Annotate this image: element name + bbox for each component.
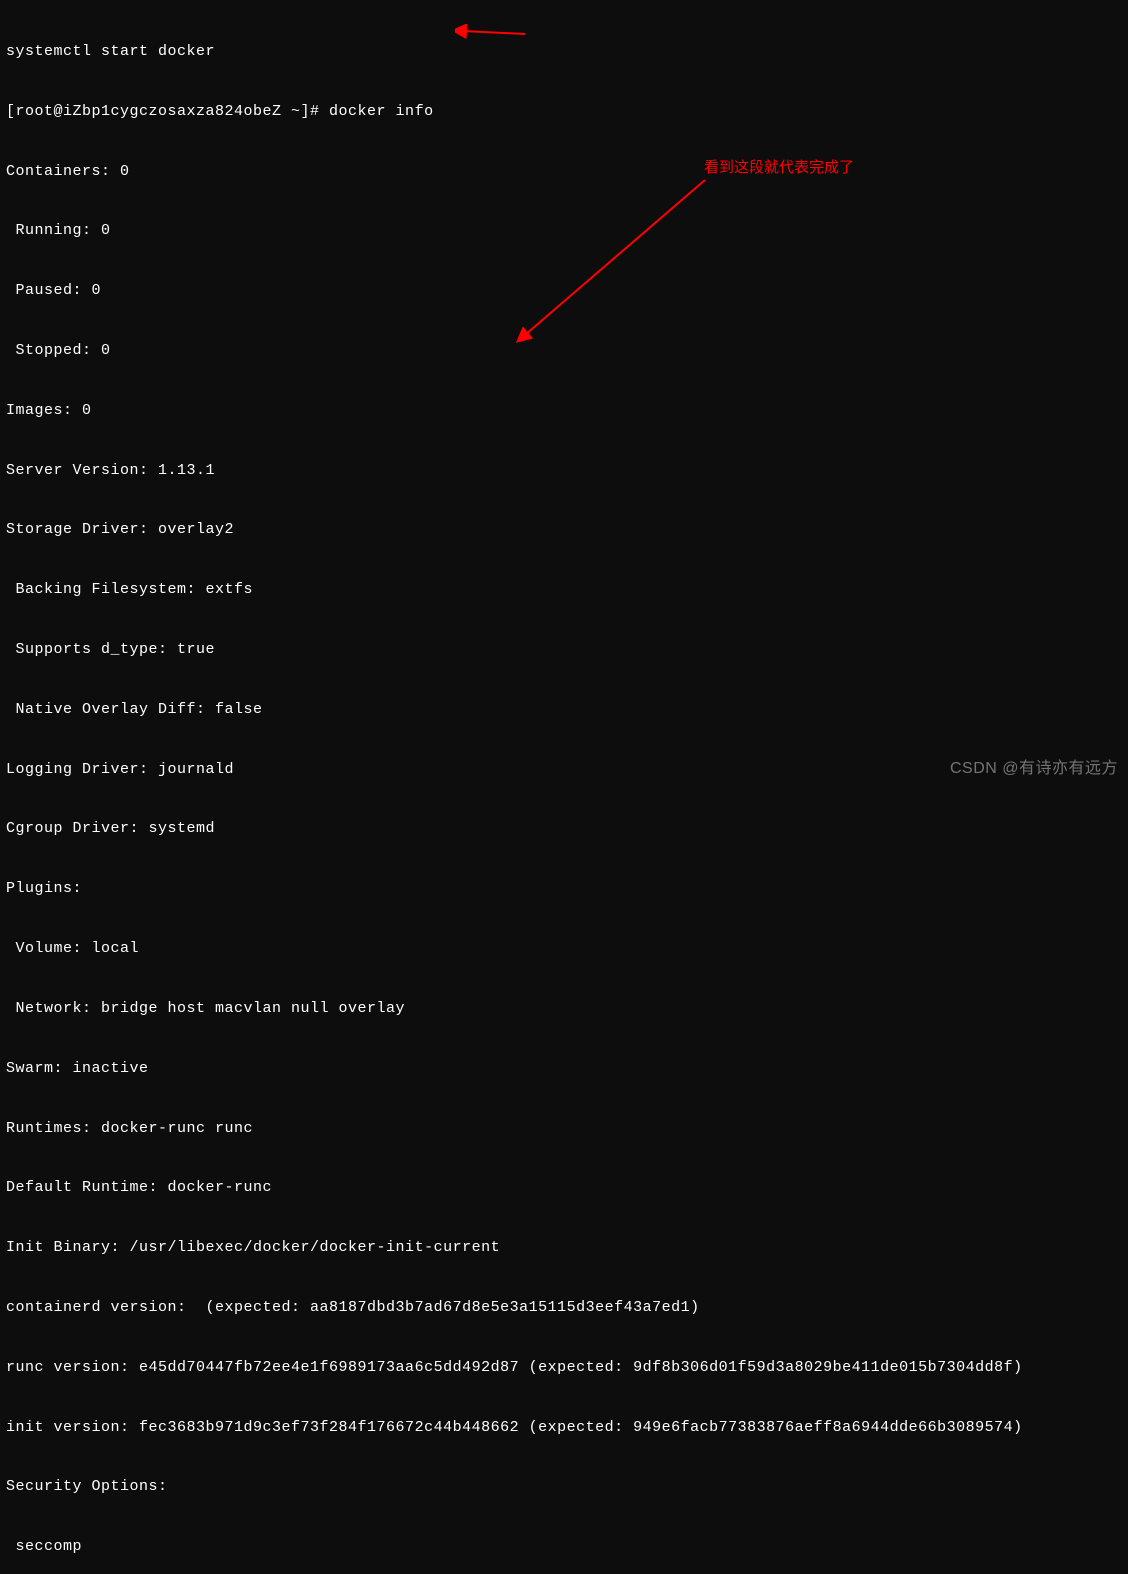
terminal-line: Containers: 0 xyxy=(6,162,1122,182)
terminal-line: Supports d_type: true xyxy=(6,640,1122,660)
terminal-line: containerd version: (expected: aa8187dbd… xyxy=(6,1298,1122,1318)
terminal-line: Stopped: 0 xyxy=(6,341,1122,361)
terminal-line: Images: 0 xyxy=(6,401,1122,421)
terminal-line: Security Options: xyxy=(6,1477,1122,1497)
terminal-line: Running: 0 xyxy=(6,221,1122,241)
terminal-line: Plugins: xyxy=(6,879,1122,899)
terminal-line: systemctl start docker xyxy=(6,42,1122,62)
terminal-line: Native Overlay Diff: false xyxy=(6,700,1122,720)
terminal-line: Network: bridge host macvlan null overla… xyxy=(6,999,1122,1019)
terminal-line: init version: fec3683b971d9c3ef73f284f17… xyxy=(6,1418,1122,1438)
terminal-line: Init Binary: /usr/libexec/docker/docker-… xyxy=(6,1238,1122,1258)
terminal-line: seccomp xyxy=(6,1537,1122,1557)
terminal-line: Runtimes: docker-runc runc xyxy=(6,1119,1122,1139)
terminal-output[interactable]: systemctl start docker [root@iZbp1cygczo… xyxy=(6,2,1122,1574)
terminal-line: [root@iZbp1cygczosaxza824obeZ ~]# docker… xyxy=(6,102,1122,122)
terminal-line: Backing Filesystem: extfs xyxy=(6,580,1122,600)
terminal-line: Volume: local xyxy=(6,939,1122,959)
terminal-line: Storage Driver: overlay2 xyxy=(6,520,1122,540)
terminal-line: runc version: e45dd70447fb72ee4e1f698917… xyxy=(6,1358,1122,1378)
terminal-line: Server Version: 1.13.1 xyxy=(6,461,1122,481)
terminal-line: Default Runtime: docker-runc xyxy=(6,1178,1122,1198)
watermark-text: CSDN @有诗亦有远方 xyxy=(950,758,1118,779)
terminal-line: Swarm: inactive xyxy=(6,1059,1122,1079)
terminal-line: Cgroup Driver: systemd xyxy=(6,819,1122,839)
terminal-line: Paused: 0 xyxy=(6,281,1122,301)
